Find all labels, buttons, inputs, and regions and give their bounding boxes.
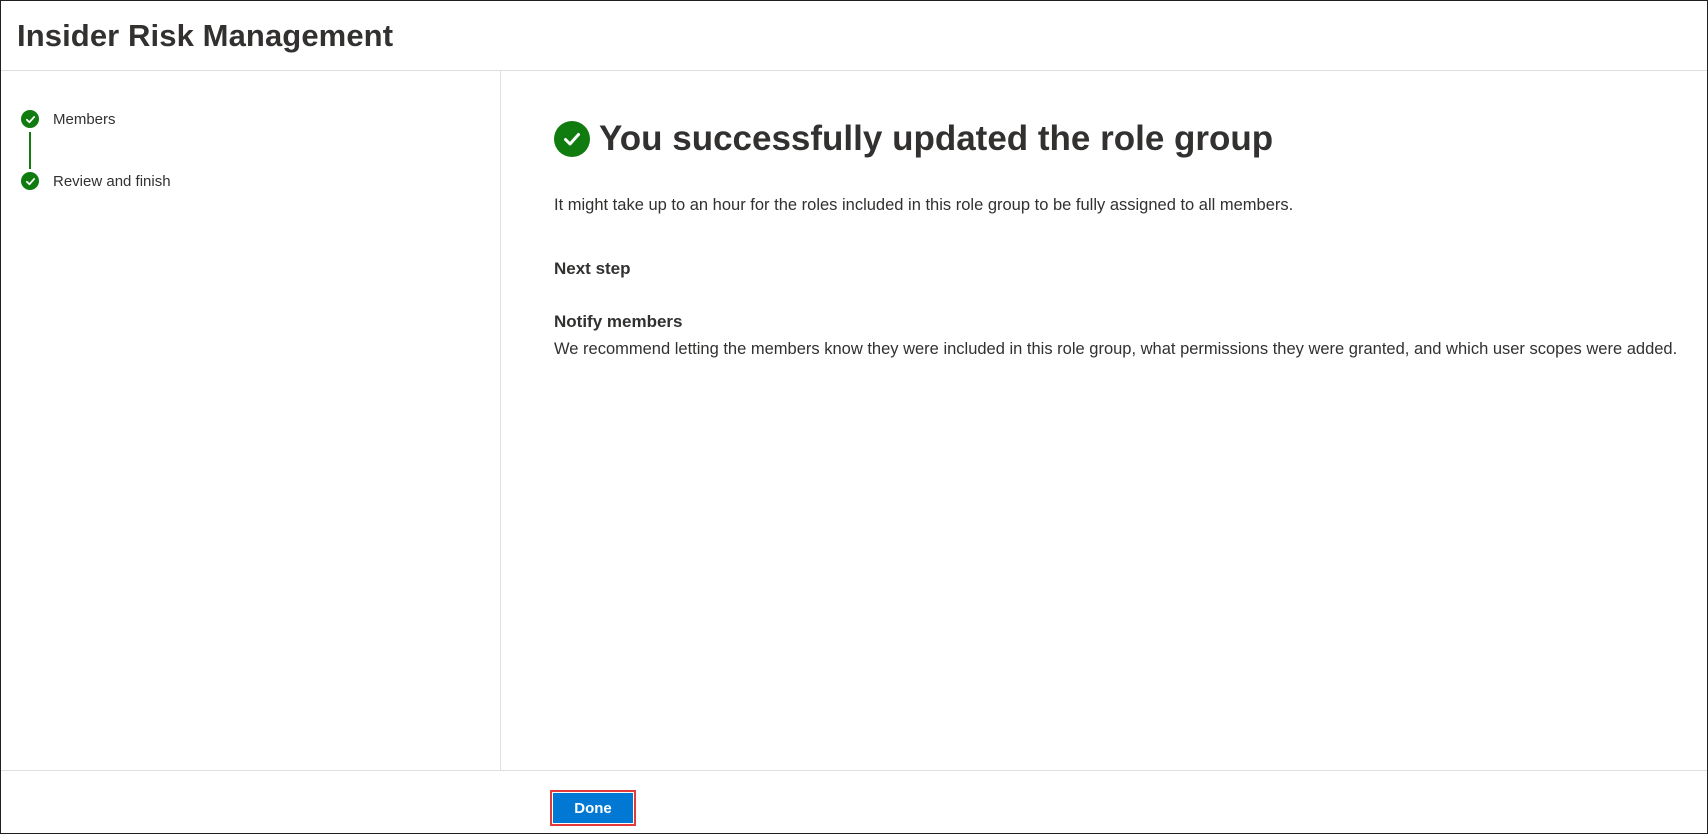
done-button-highlight: Done [550,790,636,826]
success-heading: You successfully updated the role group [554,119,1273,159]
footer: Done [1,770,1707,833]
checkmark-icon [21,172,39,190]
checkmark-circle-icon [554,121,590,157]
step-members[interactable]: Members [21,109,116,129]
main-content: You successfully updated the role group … [501,71,1707,770]
wizard-steps-sidebar: Members Review and finish [1,71,501,770]
next-step-heading: Next step [554,259,631,278]
notify-members-title: Notify members [554,312,683,331]
done-button[interactable]: Done [553,793,633,823]
notify-members-body: We recommend letting the members know th… [554,340,1678,358]
wizard-window: Insider Risk Management Members Review a… [0,0,1708,834]
step-label: Members [53,110,116,128]
success-description: It might take up to an hour for the role… [554,196,1294,214]
success-title: You successfully updated the role group [599,119,1274,158]
header: Insider Risk Management [1,1,1707,71]
step-review-and-finish[interactable]: Review and finish [21,171,171,191]
step-label: Review and finish [53,172,171,190]
checkmark-icon [21,110,39,128]
page-title: Insider Risk Management [17,18,394,53]
step-connector [29,132,31,169]
